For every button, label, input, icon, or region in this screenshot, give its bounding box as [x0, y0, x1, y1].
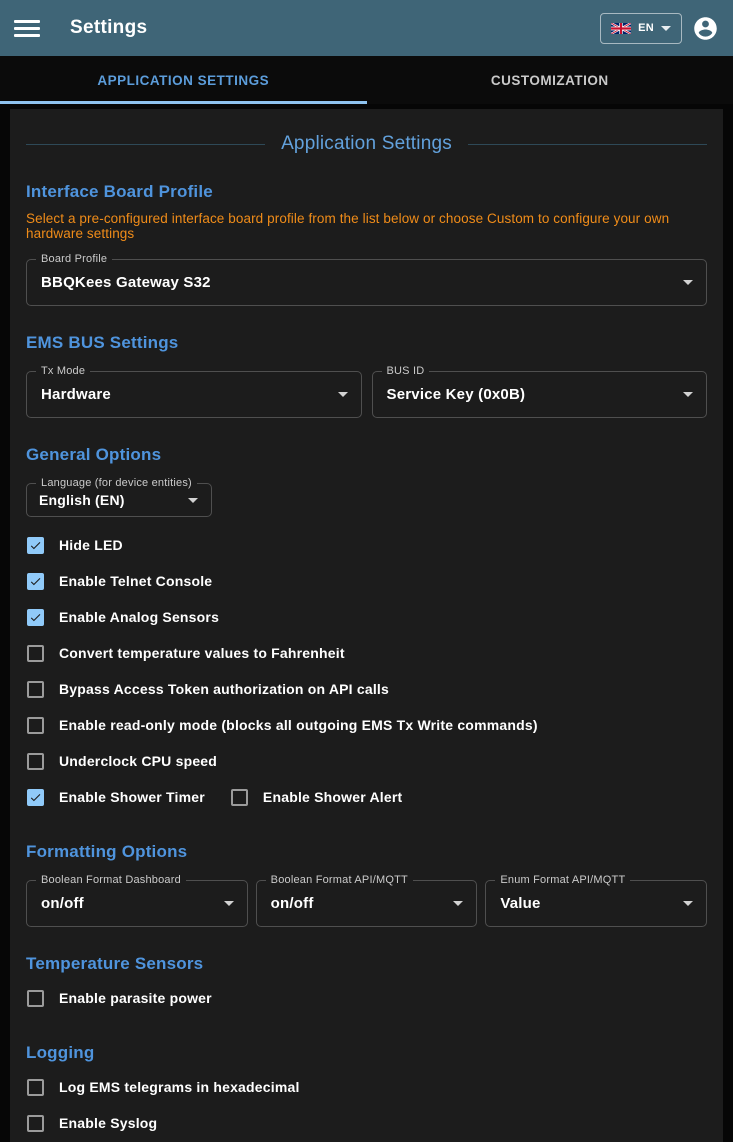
language-entities-select-label: Language (for device entities) — [36, 477, 197, 489]
check-row-shower: Enable Shower Timer Enable Shower Alert — [26, 779, 707, 815]
tab-customization[interactable]: CUSTOMIZATION — [367, 56, 733, 104]
appbar-actions: EN — [600, 13, 719, 44]
divider-line — [26, 144, 265, 145]
shower-alert-group: Enable Shower Alert — [230, 789, 402, 806]
ems-bus-row: Tx Mode Hardware BUS ID Service Key (0x0… — [26, 371, 707, 418]
logging-checkbox-list: Log EMS telegrams in hexadecimal Enable … — [26, 1069, 707, 1141]
bool-format-api-select[interactable]: Boolean Format API/MQTT on/off — [256, 880, 478, 927]
enable-telnet-checkbox[interactable] — [27, 573, 44, 590]
bus-id-select-value: Service Key (0x0B) — [387, 386, 526, 403]
bypass-token-checkbox[interactable] — [27, 681, 44, 698]
section-title-logging: Logging — [26, 1043, 707, 1063]
tab-application-settings[interactable]: APPLICATION SETTINGS — [0, 56, 367, 104]
checkbox-label: Convert temperature values to Fahrenheit — [59, 645, 345, 661]
bus-id-select-label: BUS ID — [382, 365, 430, 377]
menu-icon[interactable] — [14, 18, 40, 39]
check-row-readonly-mode: Enable read-only mode (blocks all outgoi… — [26, 707, 707, 743]
bus-id-select[interactable]: BUS ID Service Key (0x0B) — [372, 371, 708, 418]
section-title-general-options: General Options — [26, 445, 707, 465]
language-entities-select-value: English (EN) — [39, 492, 125, 508]
checkbox-label: Enable parasite power — [59, 990, 212, 1006]
checkbox-label: Enable Syslog — [59, 1115, 157, 1131]
dropdown-arrow-icon — [683, 901, 693, 906]
check-row-hide-led: Hide LED — [26, 527, 707, 563]
bool-format-api-label: Boolean Format API/MQTT — [266, 874, 413, 886]
hide-led-checkbox[interactable] — [27, 537, 44, 554]
dropdown-arrow-icon — [683, 280, 693, 285]
dropdown-arrow-icon — [188, 498, 198, 503]
settings-card: Application Settings Interface Board Pro… — [10, 109, 723, 1142]
dropdown-arrow-icon — [683, 392, 693, 397]
shower-timer-group: Enable Shower Timer — [26, 789, 205, 806]
page-header-title: Settings — [70, 17, 147, 39]
check-row-underclock: Underclock CPU speed — [26, 743, 707, 779]
shower-timer-checkbox[interactable] — [27, 789, 44, 806]
language-entities-select[interactable]: Language (for device entities) English (… — [26, 483, 212, 517]
page-title-row: Application Settings — [26, 133, 707, 155]
parasite-power-checkbox[interactable] — [27, 990, 44, 1007]
section-title-board-profile: Interface Board Profile — [26, 182, 707, 202]
check-row-telnet: Enable Telnet Console — [26, 563, 707, 599]
bool-format-dashboard-value: on/off — [41, 895, 84, 912]
check-row-log-hex: Log EMS telegrams in hexadecimal — [26, 1069, 707, 1105]
enable-analog-sensors-checkbox[interactable] — [27, 609, 44, 626]
dropdown-arrow-icon — [453, 901, 463, 906]
enable-syslog-checkbox[interactable] — [27, 1115, 44, 1132]
shower-alert-checkbox[interactable] — [231, 789, 248, 806]
tab-bar: APPLICATION SETTINGS CUSTOMIZATION — [0, 56, 733, 104]
board-profile-select-label: Board Profile — [36, 253, 112, 265]
readonly-mode-checkbox[interactable] — [27, 717, 44, 734]
board-profile-select[interactable]: Board Profile BBQKees Gateway S32 — [26, 259, 707, 306]
page-title: Application Settings — [281, 133, 452, 155]
check-row-fahrenheit: Convert temperature values to Fahrenheit — [26, 635, 707, 671]
board-profile-warning: Select a pre-configured interface board … — [26, 211, 707, 241]
bool-format-dashboard-select[interactable]: Boolean Format Dashboard on/off — [26, 880, 248, 927]
dropdown-arrow-icon — [338, 392, 348, 397]
dropdown-arrow-icon — [224, 901, 234, 906]
sensors-checkbox-list: Enable parasite power — [26, 980, 707, 1016]
section-title-formatting: Formatting Options — [26, 842, 707, 862]
checkbox-label: Hide LED — [59, 537, 123, 553]
checkbox-label: Enable Shower Alert — [263, 789, 402, 805]
checkbox-label: Enable Telnet Console — [59, 573, 212, 589]
account-icon[interactable] — [692, 15, 719, 42]
bool-format-api-value: on/off — [271, 895, 314, 912]
general-options-checkbox-list: Hide LED Enable Telnet Console Enable An… — [26, 527, 707, 815]
enum-format-api-value: Value — [500, 895, 540, 912]
check-row-parasite-power: Enable parasite power — [26, 980, 707, 1016]
enum-format-api-label: Enum Format API/MQTT — [495, 874, 630, 886]
checkbox-label: Bypass Access Token authorization on API… — [59, 681, 389, 697]
check-row-analog-sensors: Enable Analog Sensors — [26, 599, 707, 635]
fahrenheit-checkbox[interactable] — [27, 645, 44, 662]
check-row-syslog: Enable Syslog — [26, 1105, 707, 1141]
tx-mode-select[interactable]: Tx Mode Hardware — [26, 371, 362, 418]
enum-format-api-select[interactable]: Enum Format API/MQTT Value — [485, 880, 707, 927]
formatting-row: Boolean Format Dashboard on/off Boolean … — [26, 880, 707, 927]
checkbox-label: Enable Shower Timer — [59, 789, 205, 805]
tx-mode-select-label: Tx Mode — [36, 365, 90, 377]
divider-line — [468, 144, 707, 145]
check-row-bypass-token: Bypass Access Token authorization on API… — [26, 671, 707, 707]
log-hex-checkbox[interactable] — [27, 1079, 44, 1096]
uk-flag-icon — [611, 23, 631, 34]
section-title-ems-bus: EMS BUS Settings — [26, 333, 707, 353]
checkbox-label: Enable read-only mode (blocks all outgoi… — [59, 717, 538, 733]
tx-mode-select-value: Hardware — [41, 386, 111, 403]
checkbox-label: Underclock CPU speed — [59, 753, 217, 769]
app-bar: Settings EN — [0, 0, 733, 56]
language-code: EN — [638, 22, 654, 34]
checkbox-label: Log EMS telegrams in hexadecimal — [59, 1079, 300, 1095]
underclock-cpu-checkbox[interactable] — [27, 753, 44, 770]
section-title-temperature-sensors: Temperature Sensors — [26, 954, 707, 974]
board-profile-select-value: BBQKees Gateway S32 — [41, 274, 211, 291]
bool-format-dashboard-label: Boolean Format Dashboard — [36, 874, 186, 886]
language-selector[interactable]: EN — [600, 13, 682, 44]
chevron-down-icon — [661, 26, 671, 31]
checkbox-label: Enable Analog Sensors — [59, 609, 219, 625]
